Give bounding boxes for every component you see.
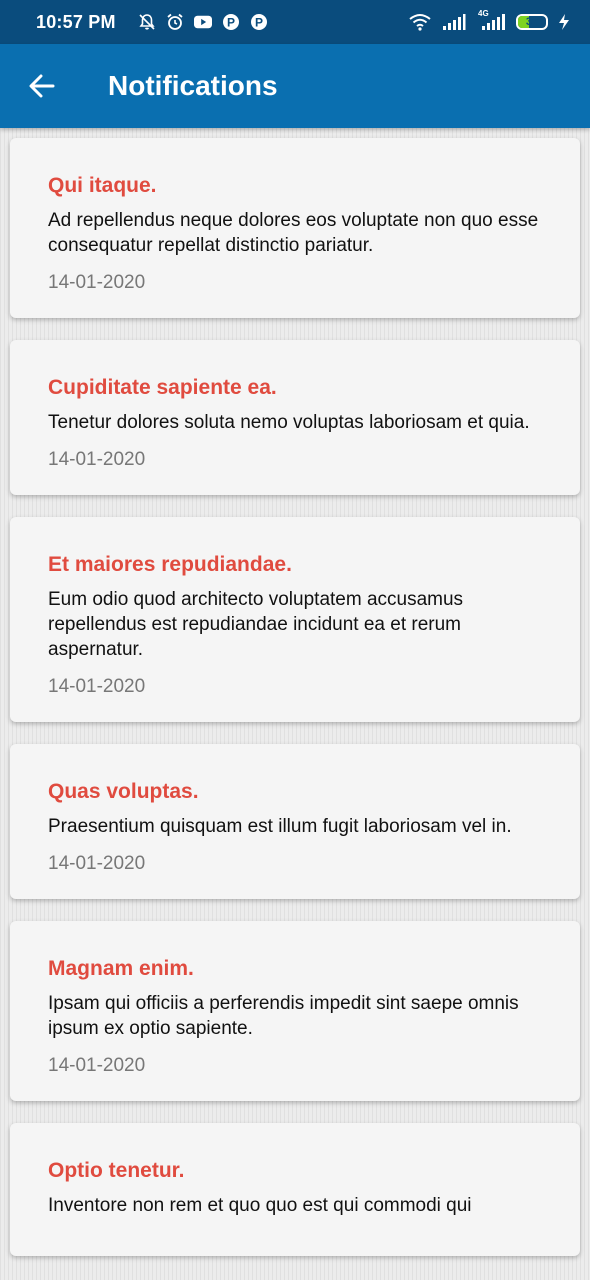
battery-icon: 39	[516, 14, 548, 30]
network-type-label: 4G	[478, 9, 489, 18]
notification-date: 14-01-2020	[48, 853, 146, 874]
notification-date: 14-01-2020	[48, 676, 146, 697]
p-app-icon: P	[250, 13, 268, 31]
notification-date: 14-01-2020	[48, 272, 146, 293]
notification-card[interactable]: Magnam enim. Ipsam qui officiis a perfer…	[10, 921, 580, 1101]
notification-date: 14-01-2020	[48, 1055, 146, 1076]
notification-title: Quas voluptas.	[48, 780, 199, 803]
notification-title: Optio tenetur.	[48, 1159, 185, 1182]
status-time: 10:57 PM	[36, 11, 116, 32]
wifi-icon	[408, 13, 432, 31]
notification-body: Ipsam qui officiis a perferendis impedit…	[48, 993, 519, 1039]
p-app-icon: P	[222, 13, 240, 31]
svg-text:P: P	[227, 16, 235, 30]
app-bar: Notifications	[0, 44, 590, 128]
svg-text:P: P	[255, 16, 263, 30]
notification-date: 14-01-2020	[48, 449, 146, 470]
arrow-left-icon	[29, 73, 55, 99]
notification-card[interactable]: Cupiditate sapiente ea. Tenetur dolores …	[10, 340, 580, 495]
signal-4g-icon: 4G	[476, 9, 506, 31]
notification-body: Inventore non rem et quo quo est qui com…	[48, 1195, 472, 1216]
status-bar: 10:57 PM P P 4G 39	[0, 0, 590, 44]
notification-title: Cupiditate sapiente ea.	[48, 376, 277, 399]
status-left: 10:57 PM P P	[36, 12, 268, 33]
page-title: Notifications	[108, 70, 278, 101]
notification-body: Eum odio quod architecto voluptatem accu…	[48, 589, 464, 660]
notification-body: Ad repellendus neque dolores eos volupta…	[48, 210, 539, 256]
status-right: 4G 39	[408, 9, 570, 31]
alarm-icon	[166, 13, 184, 31]
notification-body: Tenetur dolores soluta nemo voluptas lab…	[48, 412, 530, 433]
notification-card[interactable]: Qui itaque. Ad repellendus neque dolores…	[10, 138, 580, 318]
notification-title: Et maiores repudiandae.	[48, 553, 292, 576]
battery-level: 39	[525, 16, 539, 28]
notification-card[interactable]: Et maiores repudiandae. Eum odio quod ar…	[10, 517, 580, 722]
notification-card[interactable]: Quas voluptas. Praesentium quisquam est …	[10, 744, 580, 899]
notification-list[interactable]: Qui itaque. Ad repellendus neque dolores…	[10, 138, 580, 1278]
notification-title: Magnam enim.	[48, 957, 194, 980]
charging-icon	[558, 13, 570, 31]
notification-card[interactable]: Optio tenetur. Inventore non rem et quo …	[10, 1123, 580, 1256]
signal-icon	[442, 13, 466, 31]
notification-title: Qui itaque.	[48, 174, 157, 197]
youtube-icon	[193, 13, 212, 31]
back-button[interactable]	[12, 56, 72, 116]
notification-body: Praesentium quisquam est illum fugit lab…	[48, 816, 512, 837]
mute-bell-icon	[138, 13, 156, 31]
